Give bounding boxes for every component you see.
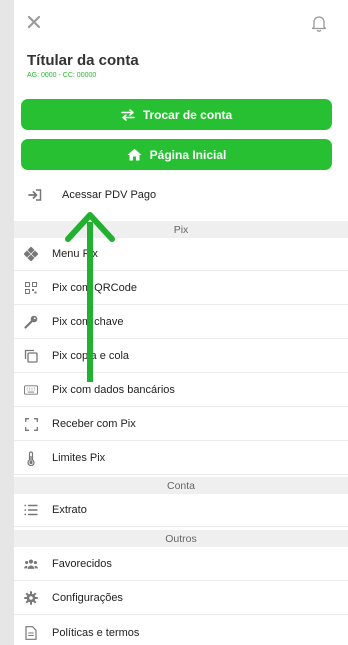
account-holder-title: Títular da conta [27,52,139,69]
side-menu-panel: Títular da conta AG: 0000 - CC: 00000 Tr… [14,0,348,645]
switch-account-button[interactable]: Trocar de conta [21,99,332,130]
thermometer-icon [24,450,38,466]
sign-in-icon [28,188,42,202]
account-details: AG: 0000 - CC: 00000 [27,72,97,79]
menu-item-pix-bank-details[interactable]: Pix com dados bancários [14,374,348,407]
copy-icon [24,349,38,363]
switch-account-label: Trocar de conta [142,107,233,122]
menu-header [14,0,348,46]
scan-icon [24,417,38,431]
diamond-icon [24,247,38,261]
home-page-button[interactable]: Página Inicial [21,139,332,170]
menu-item-label: Limites Pix [52,452,106,464]
menu-item-pix[interactable]: Menu Pix [14,238,348,271]
section-header-outros: Outros [14,530,348,547]
menu-item-label: Receber com Pix [52,418,136,430]
key-icon [24,315,38,329]
home-page-label: Página Inicial [149,147,227,162]
bell-icon[interactable] [310,14,328,32]
section-header-conta: Conta [14,477,348,494]
swap-icon [121,108,135,121]
gear-icon [24,591,38,605]
menu-item-label: Pix com chave [52,316,124,328]
document-icon [24,625,38,640]
menu-item-label: Pix copia e cola [52,350,130,362]
menu-item-statement[interactable]: Extrato [14,494,348,527]
menu-item-label: Pix com dados bancários [52,384,175,396]
menu-item-label: Menu Pix [52,248,98,260]
keyboard-icon [24,383,38,397]
home-icon [127,148,142,161]
section-header-pix: Pix [14,221,348,238]
menu-item-settings[interactable]: Configurações [14,582,348,615]
menu-item-label: Configurações [52,592,123,604]
menu-item-pix-qrcode[interactable]: Pix com QRCode [14,272,348,305]
users-icon [24,557,38,571]
pdv-access-label: Acessar PDV Pago [62,189,157,201]
menu-item-pix-copy-paste[interactable]: Pix copia e cola [14,340,348,373]
menu-item-label: Extrato [52,504,87,516]
menu-item-favorites[interactable]: Favorecidos [14,548,348,581]
menu-item-policies[interactable]: Políticas e termos [14,616,348,645]
qrcode-icon [24,281,38,295]
menu-item-pix-limits[interactable]: Limites Pix [14,442,348,475]
close-icon[interactable] [26,14,42,30]
menu-item-pix-key[interactable]: Pix com chave [14,306,348,339]
menu-item-label: Políticas e termos [52,626,140,639]
menu-item-label: Favorecidos [52,558,112,570]
pdv-access-item[interactable]: Acessar PDV Pago [14,178,348,212]
menu-item-label: Pix com QRCode [52,282,137,294]
list-icon [24,503,38,517]
menu-item-receive-pix[interactable]: Receber com Pix [14,408,348,441]
